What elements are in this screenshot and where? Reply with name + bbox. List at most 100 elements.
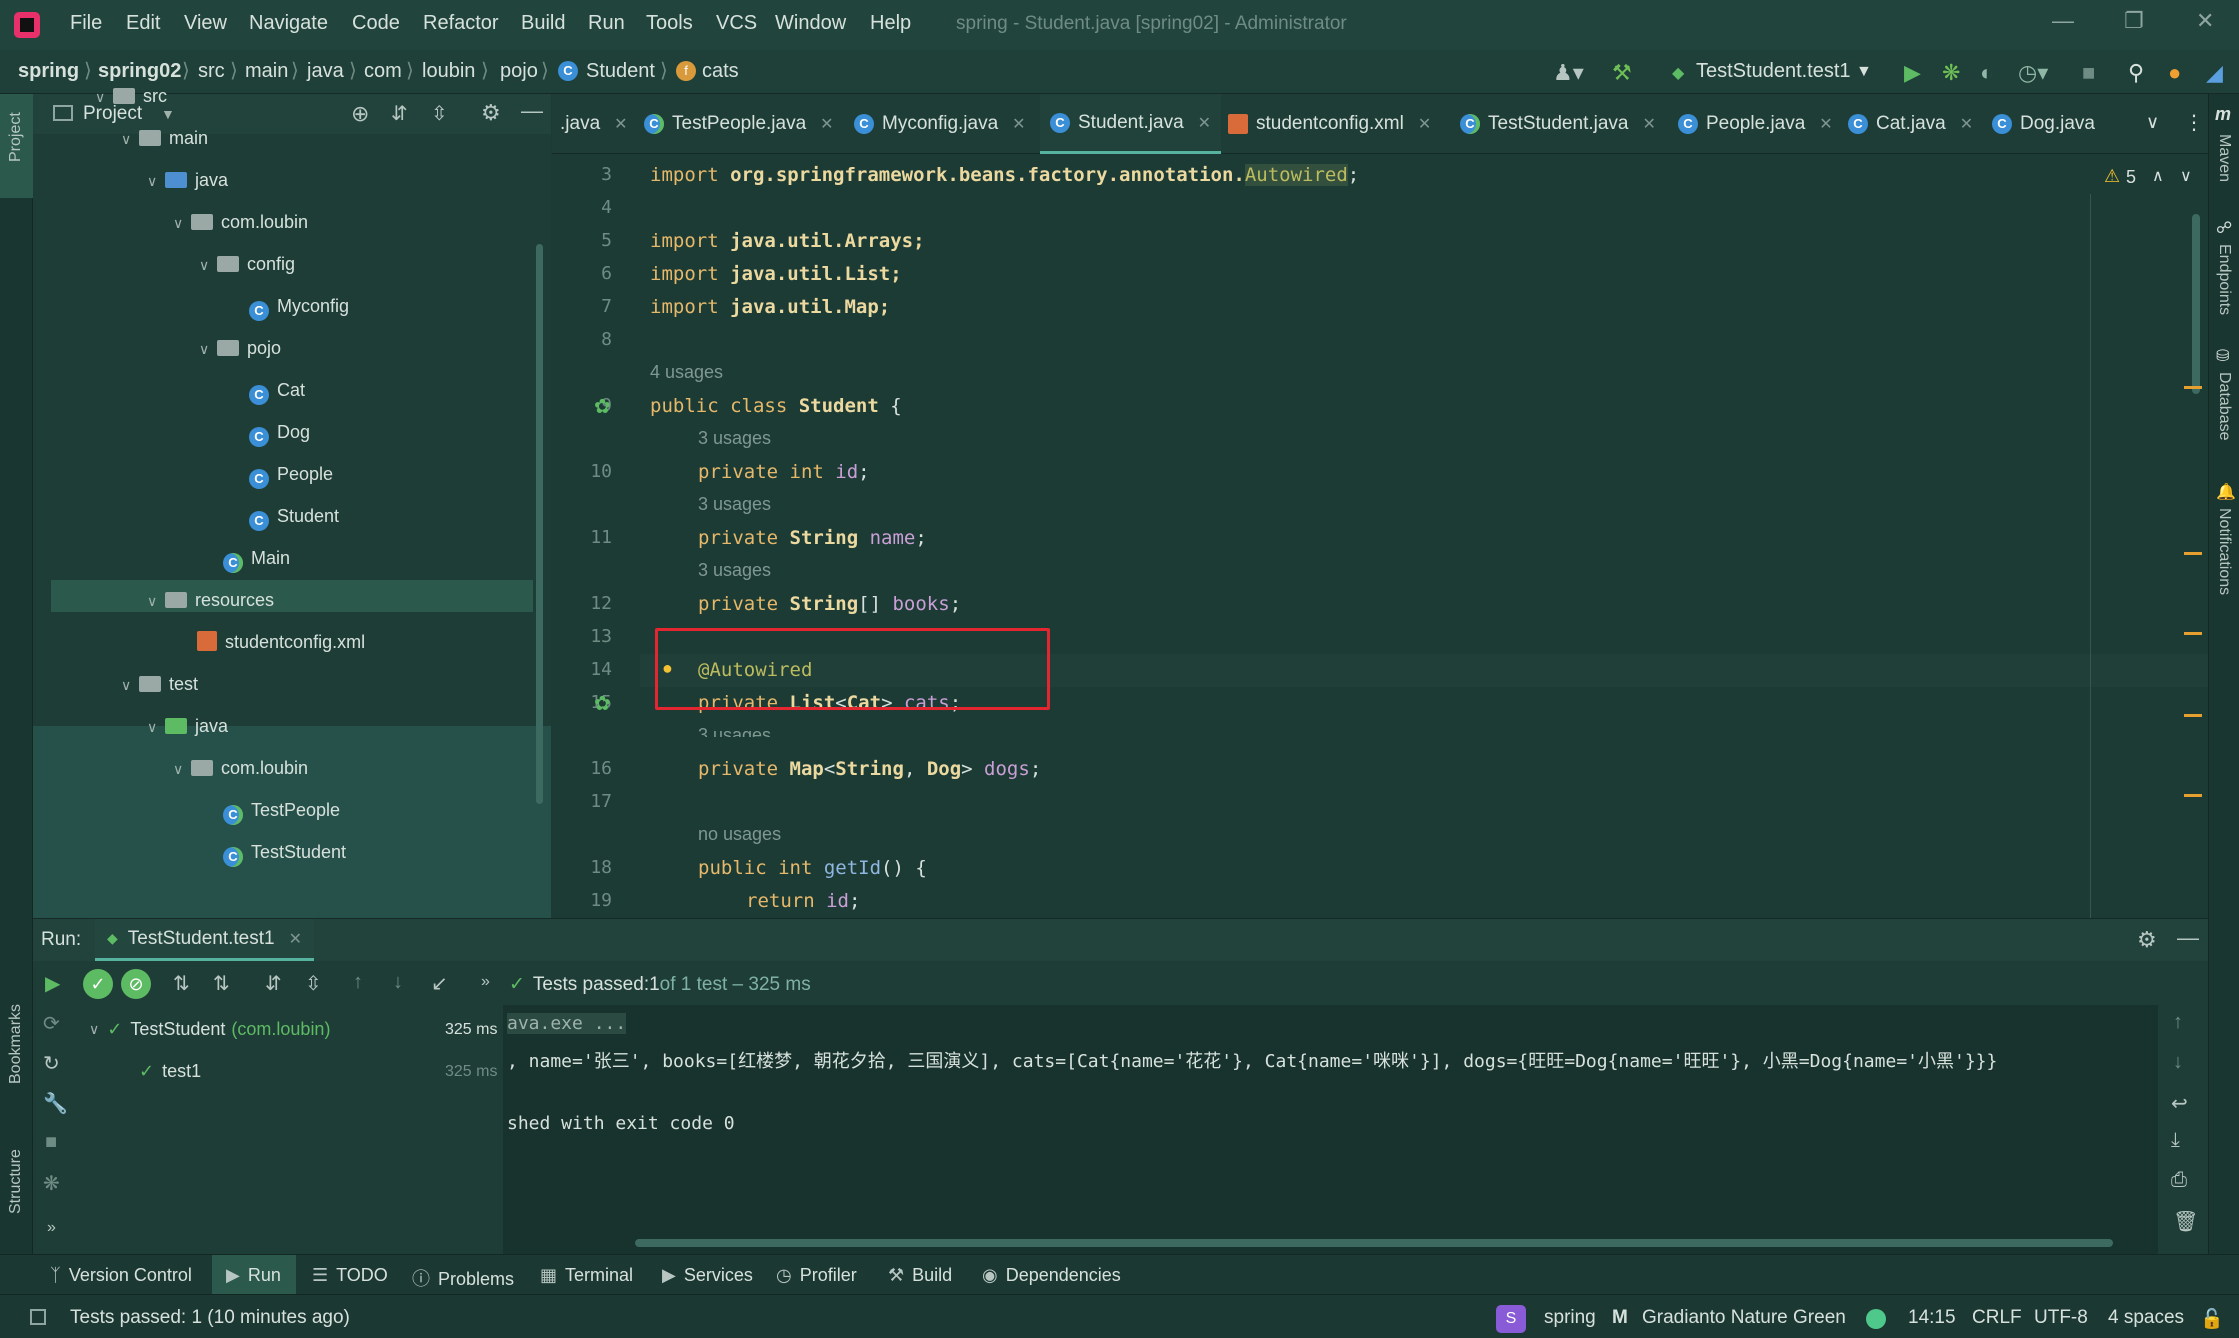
tree-item-myconfig[interactable]: C Myconfig — [249, 292, 349, 321]
version-control-tool[interactable]: ᛉ Version Control — [50, 1265, 192, 1286]
build-tool[interactable]: ⚒ Build — [888, 1265, 952, 1286]
tab-student[interactable]: C Student.java ✕ — [1040, 94, 1222, 154]
hammer-icon[interactable]: ⚒ — [1612, 60, 1632, 86]
spring-bean-icon[interactable]: ✿ — [594, 394, 611, 419]
dependencies-tool[interactable]: ◉ Dependencies — [982, 1265, 1121, 1286]
toggle-tool-windows-icon[interactable] — [30, 1309, 46, 1325]
restore-icon[interactable]: ❐ — [2124, 8, 2144, 34]
tree-item-cat[interactable]: C Cat — [249, 376, 305, 405]
menu-window[interactable]: Window — [775, 12, 846, 35]
tree-item-test[interactable]: ∨ test — [121, 670, 198, 698]
close-tab-icon[interactable]: ✕ — [1418, 114, 1431, 134]
chevron-down-icon[interactable]: ∨ — [121, 125, 139, 153]
console-output[interactable]: ava.exe ... , name='张三', books=[红楼梦, 朝花夕… — [503, 1005, 2158, 1255]
previous-test-icon[interactable]: ↑ — [353, 971, 363, 994]
coverage-icon[interactable]: ◐ — [1980, 60, 1993, 86]
chevron-down-icon[interactable]: ∨ — [147, 587, 165, 615]
tab-cat[interactable]: C Cat.java ✕ — [1848, 94, 1973, 154]
more-tools-icon[interactable]: » — [481, 973, 490, 991]
problems-tool[interactable]: ⓘ Problems — [412, 1265, 514, 1291]
plugin-icon[interactable]: ◢ — [2206, 60, 2223, 86]
breadcrumb-main[interactable]: main — [245, 60, 288, 83]
tab-myconfig[interactable]: C Myconfig.java ✕ — [854, 94, 1026, 154]
lock-icon[interactable]: 🔓 — [2200, 1307, 2224, 1331]
notifications-tool-label[interactable]: Notifications — [2215, 508, 2233, 595]
chevron-down-icon[interactable]: ∨ — [173, 755, 191, 783]
database-tool-label[interactable]: Database — [2215, 372, 2233, 441]
minimize-icon[interactable]: — — [2052, 8, 2074, 34]
profiler-tool[interactable]: ◷ Profiler — [776, 1265, 857, 1286]
warning-icon[interactable]: ⚠ — [2104, 166, 2120, 187]
tree-item-config[interactable]: ∨ config — [199, 250, 295, 278]
tree-item-package-com-loubin[interactable]: ∨ com.loubin — [173, 208, 308, 236]
breadcrumb-student[interactable]: Student — [586, 60, 655, 83]
breadcrumb-loubin[interactable]: loubin — [422, 60, 475, 83]
close-tab-icon[interactable]: ✕ — [1819, 114, 1832, 134]
usages-hint[interactable]: 3 usages — [698, 428, 771, 449]
breadcrumb-spring02[interactable]: spring02 — [98, 60, 181, 83]
sort-alpha-icon[interactable]: ⇅ — [173, 971, 190, 996]
structure-tool-label[interactable]: Structure — [7, 1149, 25, 1214]
more-tools-icon[interactable]: » — [47, 1219, 56, 1237]
gear-icon[interactable]: ⚙ — [2137, 927, 2157, 953]
hide-panel-icon[interactable]: — — [521, 98, 543, 124]
warning-marker[interactable] — [2184, 714, 2202, 717]
gear-icon[interactable]: ⚙ — [481, 100, 501, 126]
chevron-down-icon[interactable]: ∨ — [89, 1021, 99, 1038]
menu-refactor[interactable]: Refactor — [423, 12, 499, 35]
import-tests-icon[interactable]: ↙ — [431, 971, 448, 996]
menu-file[interactable]: File — [70, 12, 102, 35]
debug-icon[interactable]: ❋ — [1942, 60, 1960, 86]
menu-build[interactable]: Build — [521, 12, 565, 35]
chevron-down-icon[interactable]: ▼ — [1856, 63, 1872, 81]
status-encoding[interactable]: UTF-8 — [2034, 1307, 2088, 1329]
tree-item-resources[interactable]: ∨ resources — [147, 586, 274, 614]
status-theme[interactable]: Gradianto Nature Green — [1642, 1307, 1846, 1329]
stop-icon[interactable]: ■ — [45, 1131, 57, 1154]
close-tab-icon[interactable]: ✕ — [289, 929, 302, 949]
console-horizontal-scrollbar[interactable] — [635, 1239, 2113, 1247]
wrench-icon[interactable]: 🔧 — [43, 1091, 68, 1116]
soft-wrap-icon[interactable]: ↩ — [2171, 1091, 2188, 1116]
tab-list-chevron-icon[interactable]: ∨ — [2146, 112, 2159, 133]
tab-people[interactable]: C People.java ✕ — [1678, 94, 1833, 154]
tab-teststudent[interactable]: C TestStudent.java ✕ — [1460, 94, 1656, 154]
usages-hint[interactable]: 3 usages — [698, 560, 771, 581]
scroll-down-icon[interactable]: ↓ — [2173, 1051, 2183, 1074]
tree-item-pojo[interactable]: ∨ pojo — [199, 334, 281, 362]
chevron-down-icon[interactable]: ∨ — [199, 251, 217, 279]
stop-icon[interactable]: ■ — [2082, 60, 2095, 86]
breadcrumb-spring[interactable]: spring — [18, 60, 79, 83]
todo-tool[interactable]: ☰ TODO — [312, 1265, 388, 1286]
status-position[interactable]: 14:15 — [1908, 1307, 1956, 1329]
show-passed-icon[interactable]: ✓ — [83, 969, 113, 999]
toggle-autotest-icon[interactable]: ↻ — [43, 1051, 60, 1076]
hide-panel-icon[interactable]: — — [2177, 925, 2199, 951]
breadcrumb-java[interactable]: java — [307, 60, 344, 83]
tree-item-teststudent[interactable]: C TestStudent — [223, 838, 346, 867]
breadcrumb-cats[interactable]: cats — [702, 60, 739, 83]
menu-run[interactable]: Run — [588, 12, 625, 35]
menu-navigate[interactable]: Navigate — [249, 12, 328, 35]
next-highlight-icon[interactable]: ∨ — [2180, 166, 2192, 186]
sort-duration-icon[interactable]: ⇅ — [213, 971, 230, 996]
chevron-down-icon[interactable]: ∨ — [173, 209, 191, 237]
next-test-icon[interactable]: ↓ — [393, 971, 403, 994]
rerun-failed-icon[interactable]: ⟳ — [43, 1011, 60, 1036]
close-window-icon[interactable]: ✕ — [2196, 8, 2214, 34]
menu-edit[interactable]: Edit — [126, 12, 160, 35]
breadcrumb-src[interactable]: src — [198, 60, 225, 83]
tree-item-java[interactable]: ∨ java — [147, 166, 228, 194]
run-tab-teststudent[interactable]: ◆ TestStudent.test1 ✕ — [95, 919, 315, 961]
run-tool[interactable]: ▶ Run — [226, 1265, 281, 1286]
run-icon[interactable]: ▶ — [1904, 60, 1921, 86]
breadcrumb-com[interactable]: com — [364, 60, 402, 83]
tab-testpeople[interactable]: C TestPeople.java ✕ — [644, 94, 834, 154]
debug-icon[interactable]: ❋ — [43, 1171, 60, 1196]
tree-item-main[interactable]: ∨ main — [121, 124, 208, 152]
project-scrollbar[interactable] — [536, 244, 543, 804]
breadcrumb-pojo[interactable]: pojo — [500, 60, 538, 83]
collapse-all-icon[interactable]: ⇳ — [305, 971, 322, 996]
usages-hint[interactable]: 3 usages — [698, 725, 771, 737]
terminal-tool[interactable]: ▦ Terminal — [540, 1265, 633, 1286]
